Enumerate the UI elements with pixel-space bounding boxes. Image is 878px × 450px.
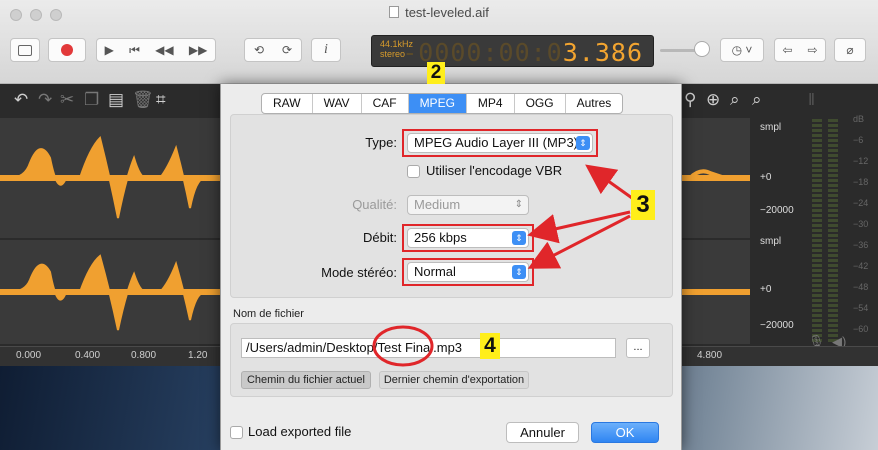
load-exported-label: Load exported file — [248, 424, 352, 439]
redo-icon[interactable]: ↷ — [38, 90, 52, 110]
quality-select[interactable]: Medium ⇕ — [407, 195, 529, 215]
tab-autres[interactable]: Autres — [566, 94, 623, 113]
db-tick-label: dB — [853, 114, 865, 124]
zoom-selection-icon[interactable]: ⌕ — [752, 90, 762, 110]
sidebar-icon — [18, 44, 32, 56]
tab-mpeg[interactable]: MPEG — [408, 94, 467, 113]
ruler-tick-label: 0.400 — [75, 350, 101, 361]
format-options-panel: Type: MPEG Audio Layer III (MP3) ⇕ Utili… — [230, 114, 673, 298]
tab-wav[interactable]: WAV — [313, 94, 362, 113]
db-scale: dB −6 −12 −18 −24 −30 −36 −42 −48 −54 −60 — [851, 114, 875, 354]
zoom-in-icon[interactable]: ⊕ — [706, 90, 720, 110]
rewind-icon[interactable]: ◀◀ — [155, 43, 173, 57]
play-icon[interactable]: ▶ — [105, 43, 114, 57]
db-tick-label: −30 — [853, 219, 869, 229]
scale-zero-bottom: +0 — [760, 284, 772, 295]
skip-start-icon[interactable]: ⏮ — [129, 43, 140, 58]
format-tabs: RAW WAV CAF MPEG MP4 OGG Autres — [261, 93, 624, 114]
filename-heading: Nom de fichier — [233, 308, 304, 320]
paste-icon[interactable]: ▤ — [108, 90, 124, 110]
bitrate-label: Débit: — [363, 230, 397, 245]
scale-zero-top: +0 — [760, 172, 772, 183]
current-path-button[interactable]: Chemin du fichier actuel — [241, 371, 371, 389]
tab-caf[interactable]: CAF — [362, 94, 409, 113]
db-tick-label: −54 — [853, 303, 869, 313]
vbr-checkbox[interactable] — [407, 165, 420, 178]
ruler-tick-label: 1.20 — [188, 350, 208, 361]
filename-panel: /Users/admin/Desktop/Test Final.mp3 ... … — [230, 323, 673, 397]
record-icon — [61, 44, 73, 56]
window-title-text: test-leveled.aif — [405, 5, 489, 20]
level-meter-right — [828, 119, 838, 344]
db-tick-label: −48 — [853, 282, 869, 292]
scale-unit-bottom: smpl — [760, 236, 782, 247]
crop-icon[interactable]: ⌗ — [156, 90, 166, 110]
sidebar-toggle-button[interactable] — [10, 38, 40, 62]
window-title: test-leveled.aif — [0, 5, 878, 20]
step-badge-4: 4 — [480, 333, 500, 359]
level-meter-left — [812, 119, 822, 344]
time-display: 44.1kHz stereo -0000:00:03.386 — [371, 35, 654, 67]
step-badge-2: 2 — [427, 62, 445, 84]
history-button[interactable]: ◷ ˅ — [720, 38, 764, 62]
load-exported-checkbox[interactable] — [230, 426, 243, 439]
export-dialog: RAW WAV CAF MPEG MP4 OGG Autres Type: MPEG Aud… — [220, 84, 682, 450]
type-label: Type: — [365, 135, 397, 150]
zoom-out-icon[interactable]: ⚲ — [684, 90, 696, 110]
tab-ogg[interactable]: OGG — [515, 94, 566, 113]
ok-button[interactable]: OK — [591, 422, 659, 443]
highlight-box-type — [402, 129, 598, 157]
cut-icon[interactable]: ✂ — [60, 90, 74, 110]
tab-raw[interactable]: RAW — [262, 94, 313, 113]
quality-label: Qualité: — [352, 197, 397, 212]
record-button[interactable] — [48, 38, 86, 62]
back-arrow-icon[interactable]: ⇦ — [782, 43, 792, 57]
ruler-tick-label: 0.000 — [16, 350, 42, 361]
document-icon — [389, 6, 400, 18]
undo-icon[interactable]: ↶ — [14, 90, 28, 110]
nav-group: ⇦ ⇨ — [774, 38, 826, 62]
copy-icon[interactable]: ❐ — [84, 90, 99, 110]
db-tick-label: −6 — [853, 135, 864, 145]
trash-icon[interactable]: 🗑 — [132, 90, 154, 110]
transport-group: ▶ ⏮ ◀◀ ▶▶ — [96, 38, 216, 62]
info-button[interactable]: i — [311, 38, 341, 62]
loop-icon[interactable]: ⟲ — [254, 43, 264, 57]
scale-min-bottom: −20000 — [760, 320, 794, 331]
loop-selection-icon[interactable]: ⟳ — [282, 43, 292, 57]
last-export-path-button[interactable]: Dernier chemin d'exportation — [379, 371, 529, 389]
vbr-label: Utiliser l'encodage VBR — [426, 163, 563, 178]
db-tick-label: −24 — [853, 198, 869, 208]
highlight-box-bitrate — [402, 224, 534, 252]
ruler-tick-label: 4.800 — [697, 350, 723, 361]
db-tick-label: −18 — [853, 177, 869, 187]
cancel-button[interactable]: Annuler — [506, 422, 579, 443]
browse-button[interactable]: ... — [626, 338, 650, 358]
speaker-off-icon: ⌀ — [846, 43, 854, 57]
db-tick-label: −12 — [853, 156, 869, 166]
db-tick-label: −42 — [853, 261, 869, 271]
filename-input[interactable]: /Users/admin/Desktop/Test Final.mp3 — [241, 338, 616, 358]
db-tick-label: −60 — [853, 324, 869, 334]
clock-icon: ◷ ˅ — [731, 43, 753, 57]
tab-mp4[interactable]: MP4 — [467, 94, 515, 113]
chevron-updown-icon: ⇕ — [514, 199, 523, 210]
mute-button[interactable]: ⌀ — [834, 38, 866, 62]
time-lit-text: 3.386 — [562, 38, 643, 67]
stereo-mode-label: Mode stéréo: — [321, 265, 397, 280]
scale-unit-top: smpl — [760, 122, 782, 133]
highlight-box-stereo — [402, 258, 534, 286]
scale-min-top: −20000 — [760, 205, 794, 216]
quality-value: Medium — [414, 197, 461, 212]
db-tick-label: −36 — [853, 240, 869, 250]
volume-slider-knob[interactable] — [694, 41, 710, 57]
meter-toggle-icon[interactable]: ‖ — [808, 90, 815, 110]
step-badge-3: 3 — [631, 190, 655, 220]
zoom-fit-icon[interactable]: ⌕ — [730, 90, 740, 110]
fast-forward-icon[interactable]: ▶▶ — [189, 43, 207, 57]
loop-group: ⟲ ⟳ — [244, 38, 302, 62]
ruler-tick-label: 0.800 — [131, 350, 157, 361]
forward-arrow-icon[interactable]: ⇨ — [807, 43, 817, 57]
